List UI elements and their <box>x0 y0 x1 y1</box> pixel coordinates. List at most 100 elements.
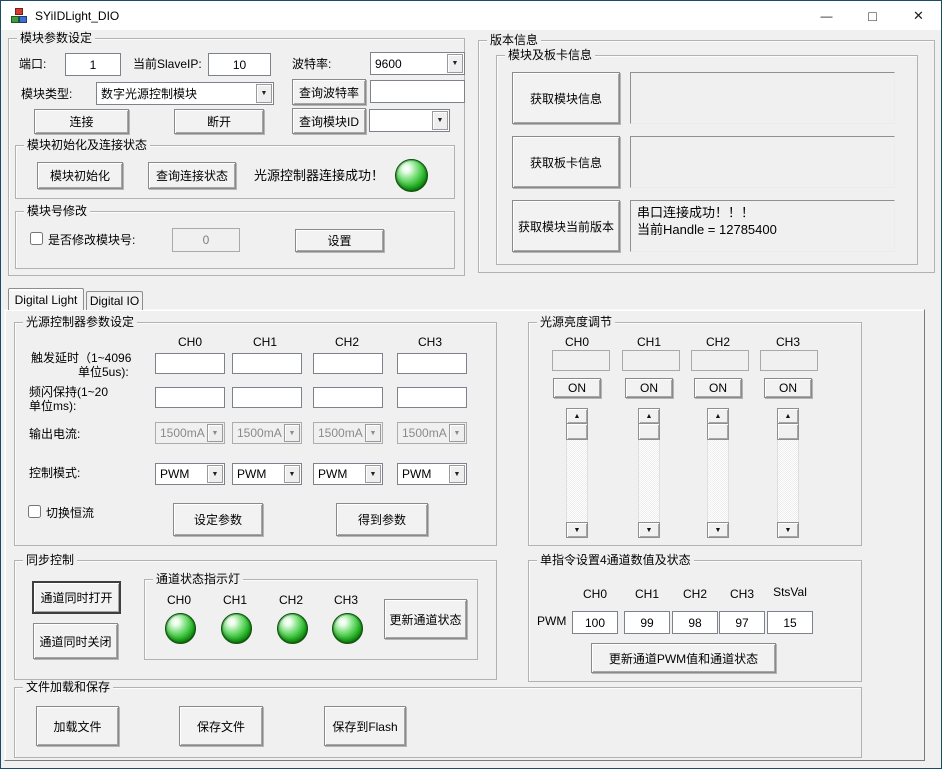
query-status-button[interactable]: 查询连接状态 <box>148 162 236 189</box>
update-channel-status-button[interactable]: 更新通道状态 <box>384 599 467 639</box>
update-pwm-status-button[interactable]: 更新通道PWM值和通道状态 <box>591 643 776 673</box>
arrow-down-icon[interactable]: ▼ <box>707 522 729 538</box>
brightness-ch1-slider[interactable]: ▲ ▼ <box>638 408 660 538</box>
brightness-ch3-header: CH3 <box>768 335 808 349</box>
get-version-button[interactable]: 获取模块当前版本 <box>512 200 620 252</box>
slider-thumb[interactable] <box>777 424 799 440</box>
get-board-info-button[interactable]: 获取板卡信息 <box>512 136 620 188</box>
maximize-icon[interactable]: □ <box>850 2 895 30</box>
minimize-icon[interactable]: — <box>804 2 849 30</box>
slider-track[interactable] <box>707 440 729 522</box>
slider-thumb[interactable] <box>566 424 588 440</box>
brightness-ch0-slider[interactable]: ▲ ▼ <box>566 408 588 538</box>
pwm-ch3-input[interactable] <box>719 611 765 634</box>
trigger-delay-label-line1: 触发延时（1~4096 <box>31 351 131 365</box>
disconnect-button[interactable]: 断开 <box>174 109 264 134</box>
mode-ch2-select[interactable]: PWM ▼ <box>313 463 383 485</box>
brightness-ch3-input[interactable] <box>760 350 818 371</box>
indicator-ch3-label: CH3 <box>326 593 366 607</box>
on-ch3-button[interactable]: ON <box>764 378 812 398</box>
arrow-up-icon[interactable]: ▲ <box>707 408 729 424</box>
on-ch1-button[interactable]: ON <box>625 378 673 398</box>
port-input[interactable] <box>65 53 121 76</box>
param-ch0-header: CH0 <box>170 335 210 349</box>
current-ch2-select[interactable]: 1500mA ▼ <box>313 422 383 444</box>
strobe-hold-label-line2: 单位ms): <box>29 399 76 413</box>
slider-thumb[interactable] <box>707 424 729 440</box>
trigger-delay-ch1-input[interactable] <box>232 353 302 374</box>
arrow-down-icon[interactable]: ▼ <box>566 522 588 538</box>
brightness-ch2-slider[interactable]: ▲ ▼ <box>707 408 729 538</box>
single-cmd-legend: 单指令设置4通道数值及状态 <box>537 553 694 568</box>
module-type-select[interactable]: 数字光源控制模块 ▼ <box>96 82 274 105</box>
save-to-flash-button[interactable]: 保存到Flash <box>324 706 406 746</box>
current-ch0-value: 1500mA <box>156 423 206 443</box>
load-file-button[interactable]: 加载文件 <box>36 706 119 746</box>
arrow-down-icon[interactable]: ▼ <box>777 522 799 538</box>
current-ch1-select[interactable]: 1500mA ▼ <box>232 422 302 444</box>
module-id-input[interactable] <box>172 228 240 252</box>
strobe-hold-ch2-input[interactable] <box>313 387 383 408</box>
current-ch2-value: 1500mA <box>314 423 364 443</box>
light-params-legend: 光源控制器参数设定 <box>23 315 137 330</box>
trigger-delay-ch0-input[interactable] <box>155 353 225 374</box>
module-init-button[interactable]: 模块初始化 <box>37 162 123 189</box>
strobe-hold-ch0-input[interactable] <box>155 387 225 408</box>
close-icon[interactable]: ✕ <box>896 2 941 30</box>
brightness-ch0-input[interactable] <box>552 350 610 371</box>
arrow-up-icon[interactable]: ▲ <box>777 408 799 424</box>
set-params-button[interactable]: 设定参数 <box>173 503 263 536</box>
connect-button[interactable]: 连接 <box>34 109 129 134</box>
query-baud-button[interactable]: 查询波特率 <box>292 79 366 105</box>
version-info-legend: 版本信息 <box>487 33 541 48</box>
save-file-button[interactable]: 保存文件 <box>179 706 263 746</box>
pwm-ch1-input[interactable] <box>624 611 670 634</box>
slider-track[interactable] <box>638 440 660 522</box>
slider-track[interactable] <box>777 440 799 522</box>
pwm-row-label: PWM <box>537 614 566 628</box>
on-ch0-button[interactable]: ON <box>553 378 601 398</box>
module-params-group: 模块参数设定 端口: 当前SlaveIP: 波特率: 9600 ▼ 模块类型: … <box>8 38 465 276</box>
current-ch0-select[interactable]: 1500mA ▼ <box>155 422 225 444</box>
mode-ch2-value: PWM <box>314 464 364 484</box>
strobe-hold-ch1-input[interactable] <box>232 387 302 408</box>
stsval-input[interactable] <box>767 611 813 634</box>
pwm-ch0-input[interactable] <box>572 611 618 634</box>
get-module-info-button[interactable]: 获取模块信息 <box>512 72 620 124</box>
mode-ch0-select[interactable]: PWM ▼ <box>155 463 225 485</box>
brightness-ch2-input[interactable] <box>691 350 749 371</box>
query-module-id-button[interactable]: 查询模块ID <box>292 108 366 134</box>
brightness-ch1-input[interactable] <box>622 350 680 371</box>
brightness-ch3-slider[interactable]: ▲ ▼ <box>777 408 799 538</box>
strobe-hold-ch3-input[interactable] <box>397 387 467 408</box>
current-ch3-select[interactable]: 1500mA ▼ <box>397 422 467 444</box>
slider-thumb[interactable] <box>638 424 660 440</box>
arrow-down-icon[interactable]: ▼ <box>638 522 660 538</box>
open-all-channels-button[interactable]: 通道同时打开 <box>32 581 121 614</box>
slave-ip-input[interactable] <box>208 53 271 76</box>
slider-track[interactable] <box>566 440 588 522</box>
mode-ch1-select[interactable]: PWM ▼ <box>232 463 302 485</box>
mode-ch3-select[interactable]: PWM ▼ <box>397 463 467 485</box>
arrow-up-icon[interactable]: ▲ <box>638 408 660 424</box>
trigger-delay-ch2-input[interactable] <box>313 353 383 374</box>
tab-digital-light[interactable]: Digital Light <box>8 288 84 310</box>
module-id-select[interactable]: ▼ <box>369 109 450 132</box>
chevron-down-icon: ▼ <box>432 111 448 130</box>
brightness-legend: 光源亮度调节 <box>537 315 615 330</box>
baud-select[interactable]: 9600 ▼ <box>370 52 465 75</box>
query-baud-result-input[interactable] <box>370 80 465 103</box>
set-module-id-button[interactable]: 设置 <box>295 229 384 252</box>
modify-module-id-checkbox[interactable] <box>30 232 43 245</box>
arrow-up-icon[interactable]: ▲ <box>566 408 588 424</box>
pwm-ch2-input[interactable] <box>672 611 718 634</box>
tab-digital-io[interactable]: Digital IO <box>86 291 143 310</box>
ch1-status-led <box>221 613 252 644</box>
switch-cc-checkbox[interactable] <box>28 505 41 518</box>
get-params-button[interactable]: 得到参数 <box>336 503 428 536</box>
close-all-channels-button[interactable]: 通道同时关闭 <box>33 623 118 659</box>
on-ch2-button[interactable]: ON <box>694 378 742 398</box>
indicator-ch0-label: CH0 <box>159 593 199 607</box>
modify-module-id-label: 是否修改模块号: <box>48 233 135 247</box>
trigger-delay-ch3-input[interactable] <box>397 353 467 374</box>
